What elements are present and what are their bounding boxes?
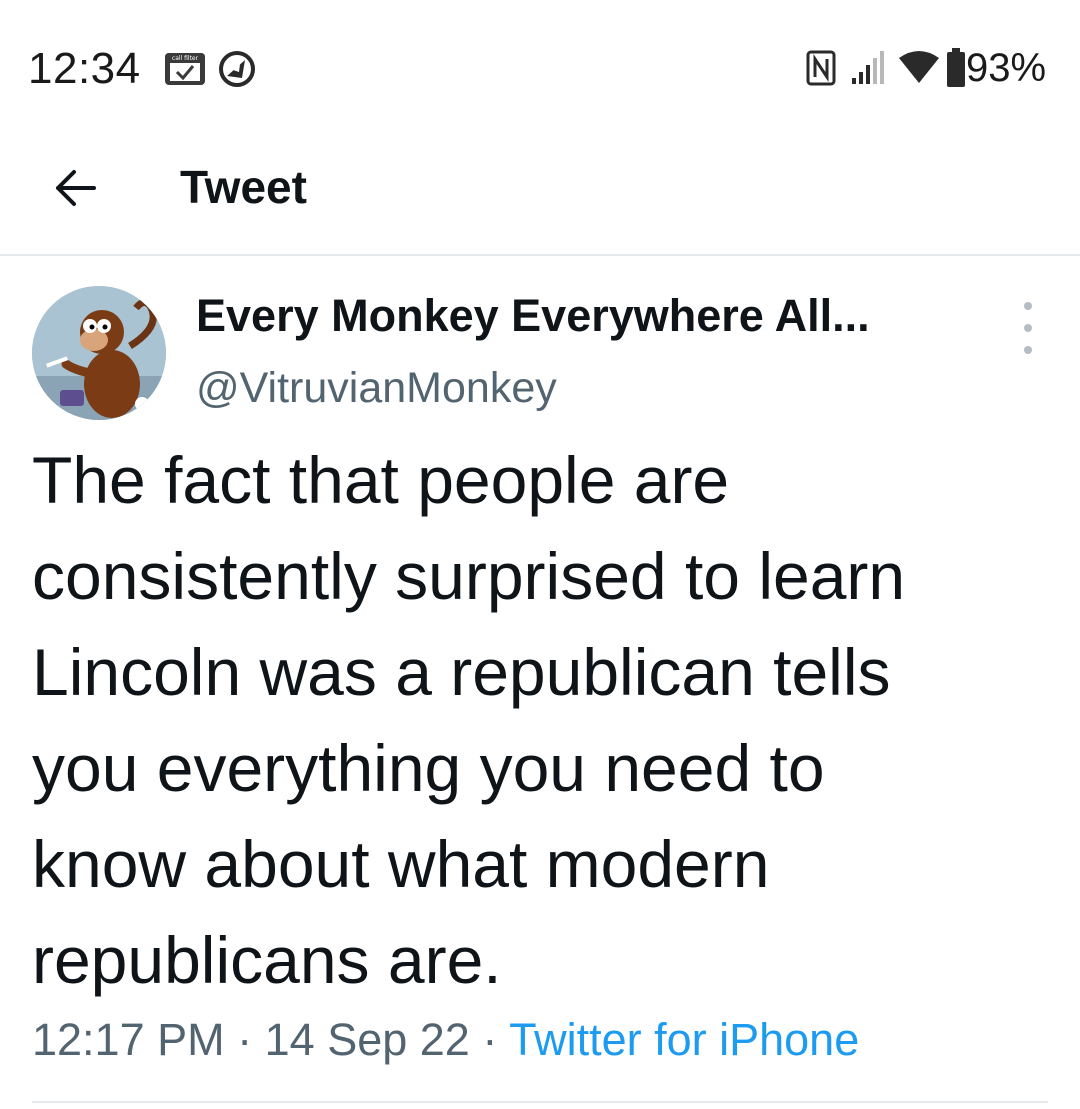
avatar[interactable] (32, 286, 166, 420)
tweet-text-line: you everything you need to (32, 731, 825, 805)
tweet-text-line: republicans are. (32, 923, 502, 997)
svg-text:call filter: call filter (172, 55, 199, 62)
nfc-icon (806, 50, 836, 86)
callfilter-icon: call filter (165, 53, 205, 85)
status-bar: 12:34 call filter 93% (0, 0, 1080, 140)
tweet-meta: 12:17 PM · 14 Sep 22 · Twitter for iPhon… (32, 1014, 859, 1066)
header: Tweet (0, 140, 1080, 256)
tweet-text-line: know about what modern (32, 827, 770, 901)
signal-icon (852, 51, 884, 84)
monkey-avatar-image (32, 286, 166, 420)
back-button[interactable] (44, 158, 104, 218)
more-dot-icon (1024, 302, 1032, 310)
battery-icon (947, 48, 965, 87)
author-display-name[interactable]: Every Monkey Everywhere All... (196, 290, 870, 342)
tweet-source-link[interactable]: Twitter for iPhone (509, 1014, 859, 1065)
arrow-left-icon (56, 170, 96, 206)
meta-separator: · (482, 1014, 498, 1065)
meta-separator: · (237, 1014, 253, 1065)
status-time: 12:34 (28, 44, 141, 93)
tweet-text-line: The fact that people are (32, 443, 730, 517)
wifi-icon (899, 51, 939, 83)
sync-icon (219, 51, 255, 87)
author-handle[interactable]: @VitruvianMonkey (196, 364, 557, 413)
more-dot-icon (1024, 346, 1032, 354)
divider (32, 1101, 1048, 1103)
tweet-time[interactable]: 12:17 PM (32, 1014, 225, 1065)
tweet-text-line: Lincoln was a republican tells (32, 635, 891, 709)
page-title: Tweet (180, 161, 307, 213)
more-dot-icon (1024, 324, 1032, 332)
battery-percent: 93% (966, 46, 1047, 90)
tweet-text-line: consistently surprised to learn (32, 539, 906, 613)
tweet-date[interactable]: 14 Sep 22 (265, 1014, 470, 1065)
tweet-text: The fact that people are consistently su… (32, 432, 1062, 1008)
more-options-button[interactable] (1010, 302, 1046, 354)
